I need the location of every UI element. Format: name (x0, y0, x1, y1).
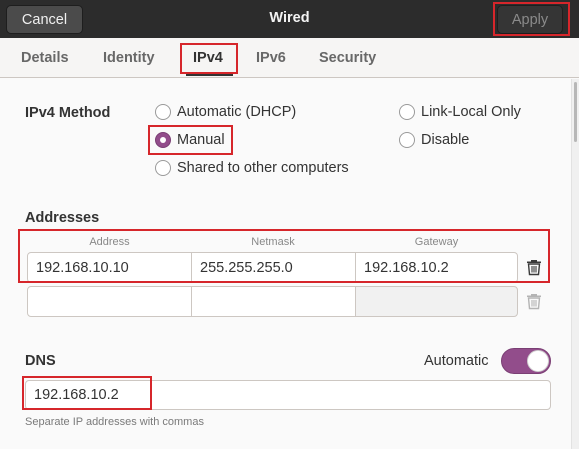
radio-shared[interactable]: Shared to other computers (155, 160, 349, 176)
tab-security[interactable]: Security (319, 50, 376, 66)
ipv4-tab-highlight-box (180, 43, 238, 74)
radio-circle (155, 160, 171, 176)
toggle-knob (527, 350, 549, 372)
tab-details[interactable]: Details (21, 50, 69, 66)
manual-highlight-box (148, 125, 233, 155)
radio-circle (155, 104, 171, 120)
cancel-button[interactable]: Cancel (6, 5, 83, 34)
apply-highlight-box (493, 2, 570, 36)
netmask-input-empty[interactable] (191, 286, 356, 317)
radio-link-local[interactable]: Link-Local Only (399, 104, 521, 120)
dns-automatic-toggle[interactable] (501, 348, 551, 374)
gateway-input-empty (355, 286, 518, 317)
radio-label: Link-Local Only (421, 104, 521, 120)
dns-heading: DNS (25, 353, 56, 369)
tab-identity[interactable]: Identity (103, 50, 155, 66)
scrollbar[interactable] (571, 79, 579, 449)
address-input-empty[interactable] (27, 286, 192, 317)
addresses-heading: Addresses (25, 210, 100, 226)
tab-ipv6[interactable]: IPv6 (256, 50, 286, 66)
address-row-highlight-box (18, 229, 550, 283)
radio-automatic-dhcp[interactable]: Automatic (DHCP) (155, 104, 296, 120)
dns-automatic-label: Automatic (424, 353, 489, 369)
radio-circle (399, 104, 415, 120)
radio-disable[interactable]: Disable (399, 132, 469, 148)
radio-circle (399, 132, 415, 148)
radio-label: Automatic (DHCP) (177, 104, 297, 120)
trash-icon (525, 292, 543, 310)
dns-hint: Separate IP addresses with commas (25, 416, 204, 428)
dns-highlight-box (22, 376, 152, 410)
tab-bar: Details Identity IPv4 IPv6 Security (0, 38, 579, 78)
ipv4-method-label: IPv4 Method (25, 105, 111, 121)
radio-label: Shared to other computers (177, 160, 349, 176)
radio-label: Disable (421, 132, 470, 148)
scrollbar-thumb[interactable] (574, 82, 577, 142)
